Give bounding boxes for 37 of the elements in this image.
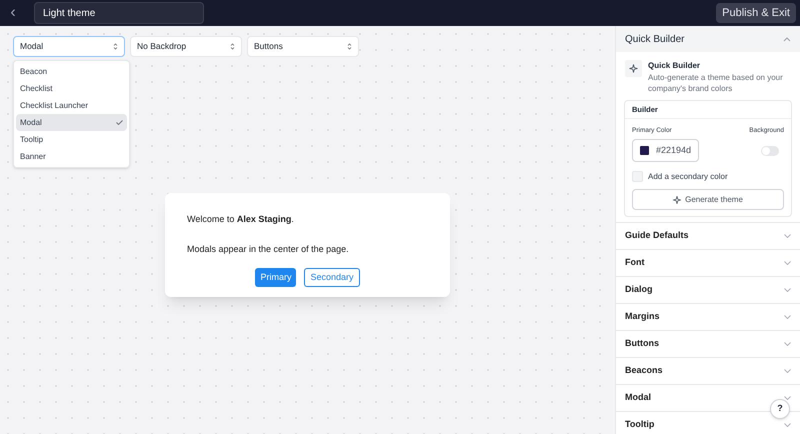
secondary-color-checkbox[interactable]: [632, 171, 643, 182]
welcome-text: Welcome to Alex Staging.: [187, 213, 295, 226]
color-field[interactable]: #22194d: [632, 139, 700, 162]
dropdown-option[interactable]: Checklist: [16, 80, 127, 97]
select-arrows-icon: [230, 43, 235, 50]
modal-body-text: Modals appear in the center of the page.: [187, 242, 350, 256]
dropdown-option[interactable]: Beacon: [16, 63, 127, 80]
accordion-header[interactable]: Dialog: [616, 277, 800, 304]
accordion-header[interactable]: Quick Builder: [616, 26, 800, 52]
publish-exit-button[interactable]: Publish & Exit: [716, 3, 796, 23]
accordion-header[interactable]: Beacons: [616, 358, 800, 385]
dropdown-option[interactable]: Checklist Launcher: [16, 97, 127, 114]
primary-button[interactable]: Primary: [255, 268, 296, 287]
generate-theme-button[interactable]: Generate theme: [632, 189, 784, 210]
secondary-color-label: Add a secondary color: [648, 171, 728, 182]
dropdown-option[interactable]: Tooltip: [16, 131, 127, 148]
secondary-button[interactable]: Secondary: [304, 268, 360, 287]
select-arrows-icon: [347, 43, 352, 50]
intro-text: Auto-generate a theme based on your company's brand colors: [648, 72, 784, 94]
back-button[interactable]: ‹: [8, 5, 18, 21]
intro-title: Quick Builder: [648, 60, 702, 71]
accordion-header[interactable]: Buttons: [616, 331, 800, 358]
dropdown-option[interactable]: Banner: [16, 148, 127, 165]
background-toggle[interactable]: [761, 146, 779, 156]
dropdown-option[interactable]: Modal: [16, 114, 127, 131]
accordion-header[interactable]: Guide Defaults: [616, 223, 800, 250]
help-button[interactable]: ?: [770, 399, 790, 419]
sparkle-icon: [625, 60, 642, 77]
select-arrows-icon: [113, 43, 118, 50]
checkmark-icon: [116, 120, 123, 125]
sparkle-icon: [673, 196, 682, 204]
select-field[interactable]: Modal: [13, 36, 125, 57]
select-field[interactable]: No Backdrop: [130, 36, 242, 57]
theme-name-field[interactable]: Light theme: [34, 2, 204, 24]
accordion-header[interactable]: Font: [616, 250, 800, 277]
accordion-header[interactable]: Margins: [616, 304, 800, 331]
select-field[interactable]: Buttons: [247, 36, 359, 57]
